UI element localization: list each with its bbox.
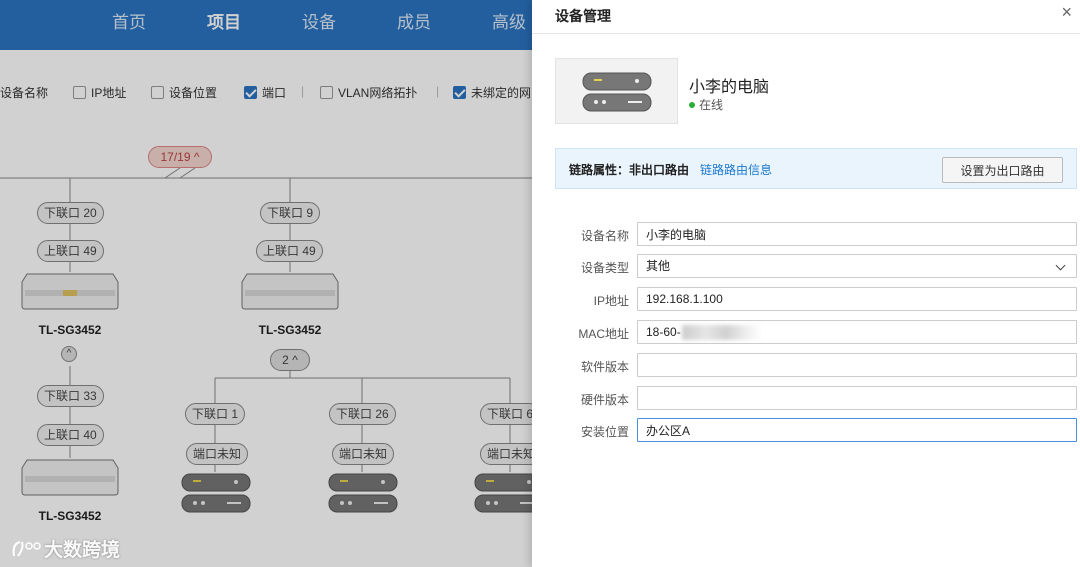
form-row-ip: IP地址	[555, 287, 1077, 311]
close-icon[interactable]: ×	[1061, 2, 1072, 23]
field-label: 设备名称	[580, 229, 629, 243]
field-label: 设备类型	[580, 261, 629, 275]
device-name-heading: 小李的电脑	[689, 79, 770, 96]
status-text: 在线	[699, 98, 724, 112]
install-location-input[interactable]	[637, 418, 1077, 442]
hardware-version-input[interactable]	[637, 386, 1077, 410]
link-properties-box: 链路属性：非出口路由 链路路由信息 设置为出口路由	[555, 148, 1077, 189]
link-properties: 链路属性：非出口路由	[569, 161, 689, 178]
chevron-down-icon	[1055, 260, 1066, 271]
form-row-hardware: 硬件版本	[555, 386, 1077, 410]
form-row-location: 安装位置	[555, 418, 1077, 442]
field-label: 安装位置	[580, 425, 629, 439]
online-dot-icon	[689, 101, 695, 108]
device-name-input[interactable]	[637, 222, 1077, 246]
device-status: 在线	[689, 96, 723, 113]
selected-value: 其他	[646, 259, 671, 273]
field-label: MAC地址	[578, 327, 629, 341]
mac-address-input[interactable]: 18-60-	[637, 320, 1077, 344]
ip-address-input[interactable]	[637, 287, 1077, 311]
drawer-header: 设备管理 ×	[532, 0, 1080, 34]
field-label: 硬件版本	[580, 393, 629, 407]
form-row-mac: MAC地址 18-60-	[555, 320, 1077, 344]
form-row-software: 软件版本	[555, 353, 1077, 377]
link-properties-value: 非出口路由	[629, 163, 690, 177]
watermark: 大数跨境	[10, 535, 120, 562]
device-management-drawer: 设备管理 × 小李的电脑 在线 链路属性：非出口路由 链路路由信息 设置为出口路…	[532, 0, 1080, 567]
watermark-text: 大数跨境	[44, 540, 121, 561]
modal-backdrop[interactable]	[0, 0, 540, 567]
computer-icon	[582, 72, 652, 112]
form-row-device-name: 设备名称	[555, 222, 1077, 246]
drawer-title: 设备管理	[555, 8, 611, 24]
watermark-logo-icon	[12, 540, 41, 557]
software-version-input[interactable]	[637, 353, 1077, 377]
set-exit-route-button[interactable]: 设置为出口路由	[942, 157, 1063, 183]
device-type-select[interactable]: 其他	[637, 254, 1077, 278]
device-thumbnail	[555, 58, 678, 124]
link-properties-label: 链路属性：	[569, 163, 630, 177]
field-label: 软件版本	[580, 360, 629, 374]
field-label: IP地址	[593, 294, 629, 308]
mac-value: 18-60-	[646, 325, 681, 339]
link-route-info-link[interactable]: 链路路由信息	[700, 161, 772, 178]
form-row-device-type: 设备类型 其他	[555, 254, 1077, 278]
redaction-blur	[682, 325, 762, 340]
